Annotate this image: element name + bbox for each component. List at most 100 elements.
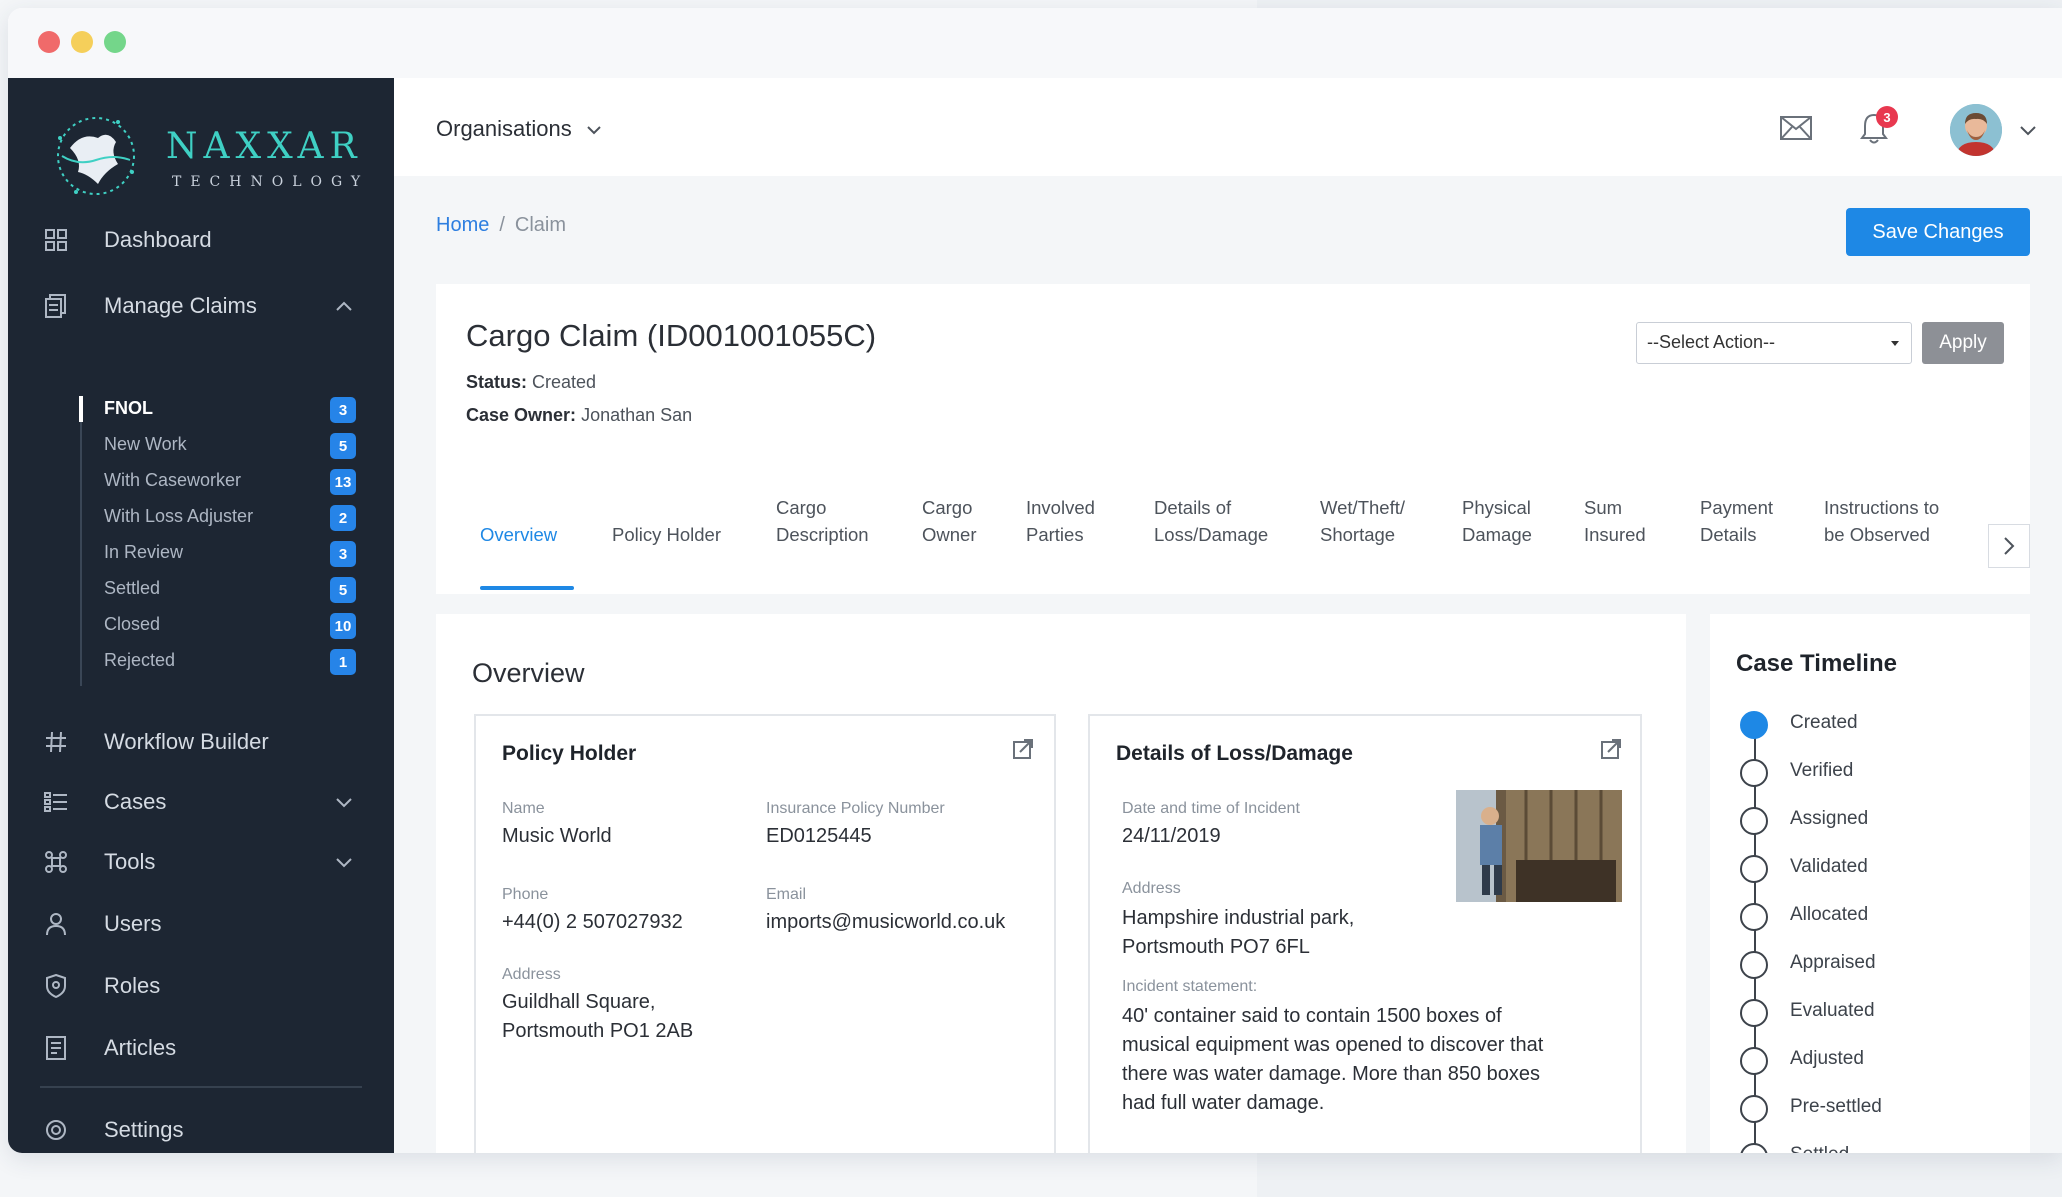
window-titlebar: [8, 8, 2062, 78]
breadcrumb-home-link[interactable]: Home: [436, 214, 489, 236]
close-window-button[interactable]: [38, 31, 60, 53]
claim-owner: Case Owner: Jonathan San: [466, 405, 692, 426]
sidebar-subitem-settled[interactable]: Settled 5: [8, 574, 394, 606]
select-action-value: --Select Action--: [1647, 332, 1776, 352]
field-value-address-line2: Portsmouth PO1 2AB: [502, 1020, 694, 1042]
sidebar-item-settings[interactable]: Settings: [8, 1108, 394, 1152]
app-window: NAXXAR TECHNOLOGY Dashboard Manage Claim…: [8, 8, 2062, 1153]
article-icon: [42, 1034, 70, 1062]
sidebar-subitem-rejected[interactable]: Rejected 1: [8, 646, 394, 678]
timeline-dot: [1740, 1095, 1768, 1123]
avatar[interactable]: [1950, 104, 2002, 156]
count-badge: 3: [330, 397, 356, 423]
timeline-dot: [1740, 855, 1768, 883]
sidebar-item-users[interactable]: Users: [8, 902, 394, 946]
section-title: Overview: [472, 658, 585, 688]
tab-details-of-loss-damage[interactable]: Details of Loss/Damage: [1154, 494, 1268, 548]
sidebar-item-cases[interactable]: Cases: [8, 780, 394, 824]
sidebar-subitem-with-loss-adjuster[interactable]: With Loss Adjuster 2: [8, 502, 394, 534]
brand-logo[interactable]: NAXXAR TECHNOLOGY: [48, 108, 368, 208]
timeline-step-label: Adjusted: [1790, 1048, 1864, 1069]
statement-line: 40' container said to contain 1500 boxes…: [1122, 1005, 1502, 1027]
organisations-label: Organisations: [436, 116, 572, 141]
timeline-title: Case Timeline: [1736, 650, 1897, 677]
maximize-window-button[interactable]: [104, 31, 126, 53]
sidebar-subitem-closed[interactable]: Closed 10: [8, 610, 394, 642]
chevron-down-icon[interactable]: [2018, 120, 2038, 140]
chevron-up-icon[interactable]: [334, 296, 354, 316]
tab-wet-theft-shortage[interactable]: Wet/Theft/ Shortage: [1320, 494, 1405, 548]
field-value-phone: +44(0) 2 507027932: [502, 911, 683, 933]
owner-label: Case Owner:: [466, 405, 577, 425]
card-title: Policy Holder: [502, 742, 637, 765]
sidebar-item-manage-claims[interactable]: Manage Claims: [8, 284, 394, 328]
organisations-dropdown[interactable]: Organisations: [436, 116, 602, 142]
timeline-step-evaluated: Evaluated: [1740, 996, 2010, 1028]
tab-payment-details[interactable]: Payment Details: [1700, 494, 1773, 548]
field-label: Insurance Policy Number: [766, 800, 945, 817]
timeline-step-validated: Validated: [1740, 852, 2010, 884]
incident-photo[interactable]: [1456, 790, 1622, 902]
timeline-step-label: Settled: [1790, 1144, 1849, 1153]
field-value-name: Music World: [502, 825, 612, 847]
sidebar-subitem-new-work[interactable]: New Work 5: [8, 430, 394, 462]
mail-icon[interactable]: [1780, 116, 1812, 140]
expand-icon[interactable]: [1600, 738, 1622, 760]
apply-button[interactable]: Apply: [1922, 322, 2004, 364]
minimize-window-button[interactable]: [71, 31, 93, 53]
sidebar-divider: [40, 1086, 362, 1088]
count-badge: 5: [330, 577, 356, 603]
avatar-image: [1950, 104, 2002, 156]
globe-logo-icon: [57, 117, 135, 195]
subitem-label: With Loss Adjuster: [104, 506, 254, 526]
active-tab-indicator: [480, 586, 574, 590]
loss-damage-card: Details of Loss/Damage Date and time of …: [1088, 714, 1642, 1153]
sidebar-item-tools[interactable]: Tools: [8, 840, 394, 884]
timeline-step-label: Created: [1790, 712, 1858, 733]
sidebar-subitem-fnol[interactable]: FNOL 3: [8, 394, 394, 426]
tabs-next-button[interactable]: [1988, 524, 2030, 568]
tab-cargo-owner[interactable]: Cargo Owner: [922, 494, 977, 548]
tab-physical-damage[interactable]: Physical Damage: [1462, 494, 1532, 548]
card-title: Details of Loss/Damage: [1116, 742, 1353, 765]
sidebar-item-dashboard[interactable]: Dashboard: [8, 218, 394, 262]
count-badge: 13: [330, 469, 356, 495]
claim-tabs: Overview Policy Holder Cargo Description…: [436, 494, 2030, 594]
field-label: Address: [502, 966, 561, 983]
sidebar-item-workflow-builder[interactable]: Workflow Builder: [8, 720, 394, 764]
main-content: Home / Claim Save Changes Cargo Claim (ID0…: [394, 176, 2062, 1153]
tab-cargo-description[interactable]: Cargo Description: [776, 494, 869, 548]
breadcrumb: Home / Claim: [436, 214, 566, 237]
select-action-dropdown[interactable]: --Select Action--: [1636, 322, 1912, 364]
chevron-down-icon[interactable]: [334, 792, 354, 812]
sidebar-item-label: Roles: [104, 973, 161, 998]
sidebar-subitem-in-review[interactable]: In Review 3: [8, 538, 394, 570]
subitem-label: New Work: [104, 434, 187, 454]
tab-overview[interactable]: Overview: [480, 521, 557, 548]
tab-involved-parties[interactable]: Involved Parties: [1026, 494, 1095, 548]
timeline-step-label: Evaluated: [1790, 1000, 1875, 1021]
tab-policy-holder[interactable]: Policy Holder: [612, 521, 721, 548]
field-value-address-line2: Portsmouth PO7 6FL: [1122, 936, 1310, 958]
sidebar-item-roles[interactable]: Roles: [8, 964, 394, 1008]
field-value-address-line1: Hampshire industrial park,: [1122, 907, 1355, 929]
incident-photo-image: [1456, 790, 1622, 902]
chevron-down-icon[interactable]: [334, 852, 354, 872]
status-value: Created: [532, 372, 597, 392]
user-icon: [42, 910, 70, 938]
hash-icon: [42, 728, 70, 756]
claims-icon: [42, 292, 70, 320]
expand-icon[interactable]: [1012, 738, 1034, 760]
brand-name: NAXXAR: [166, 126, 363, 167]
tab-sum-insured[interactable]: Sum Insured: [1584, 494, 1646, 548]
sidebar-item-articles[interactable]: Articles: [8, 1026, 394, 1070]
field-label: Email: [766, 886, 807, 903]
save-changes-button[interactable]: Save Changes: [1846, 208, 2030, 256]
dashboard-icon: [42, 226, 70, 254]
overview-panel: Overview Policy Holder Name Music World …: [436, 614, 1686, 1153]
tab-instructions-to-be-observed[interactable]: Instructions to be Observed: [1824, 494, 1939, 548]
field-label: Name: [502, 800, 545, 817]
sidebar-subitem-with-caseworker[interactable]: With Caseworker 13: [8, 466, 394, 498]
sidebar-item-label: Articles: [104, 1035, 177, 1060]
timeline-step-label: Allocated: [1790, 904, 1869, 925]
